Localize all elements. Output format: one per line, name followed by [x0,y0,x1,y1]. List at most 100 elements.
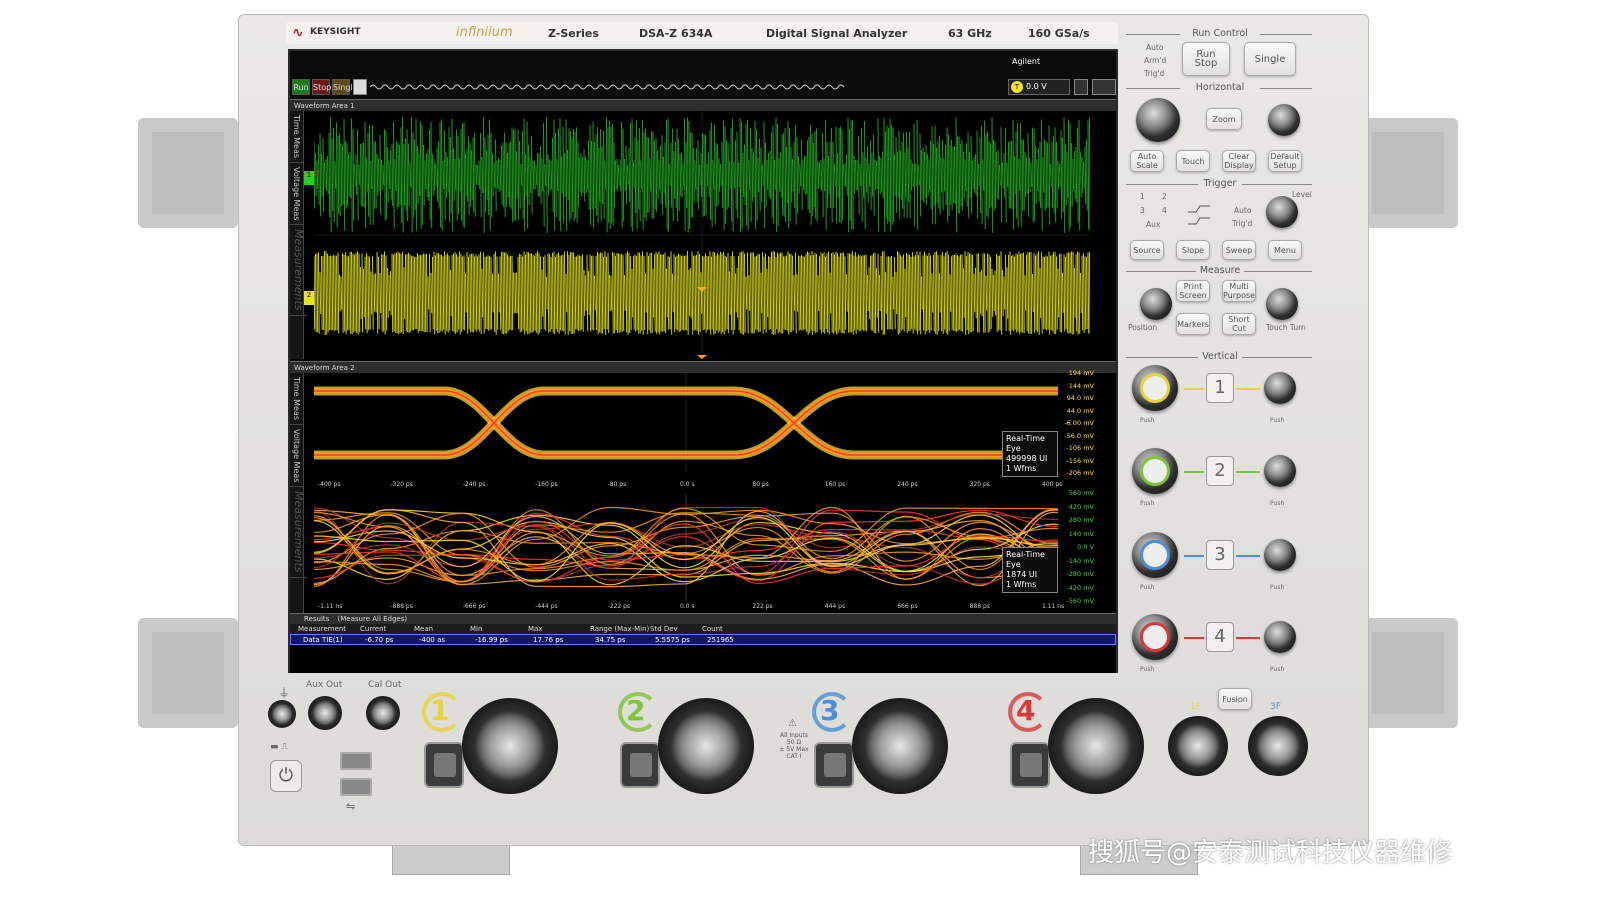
cal-out-connector[interactable] [366,696,400,730]
trigger-menu-button[interactable]: Menu [1268,240,1302,260]
ch2-probe-connector[interactable] [620,742,660,788]
ch3-probe-connector[interactable] [814,742,854,788]
x-tick-label: -444 ps [535,603,558,610]
watermark: 搜狐号@安泰测试科技仪器维修 [1088,838,1453,868]
ch4-input-connector[interactable] [1048,698,1144,794]
short-cut-button[interactable]: Short Cut [1222,313,1256,335]
usb-port-1[interactable] [340,752,372,770]
eye-diagram-2[interactable]: Real-Time Eye 1874 UI 1 Wfms [314,493,1058,601]
source-button[interactable]: Source [1130,240,1164,260]
single-button[interactable]: Single [1244,42,1296,76]
ch3-push-vernier: Push [1140,584,1155,591]
fusion-3f-connector[interactable] [1248,716,1308,776]
tab-time-meas[interactable]: Time Meas [290,111,303,164]
display-screen[interactable]: Agilent Run Stop Single T 0.0 V Waveform … [288,49,1118,673]
fusion-button[interactable]: Fusion [1218,688,1252,710]
waveform-area-2-title: Waveform Area 2 [290,361,1116,373]
run-control-rule [1126,34,1180,35]
aux-out-connector[interactable] [308,696,342,730]
auto-scale-button[interactable]: Auto Scale [1130,150,1164,172]
clear-display-button[interactable]: Clear Display [1222,150,1256,172]
eye-diagram-1[interactable]: Real-Time Eye 499998 UI 1 Wfms [314,373,1058,477]
screen-toggle-icon[interactable] [1092,79,1116,95]
samplerate-label: 160 GSa/s [1028,27,1090,40]
eye2-info-title: Real-Time Eye [1006,550,1045,569]
sweep-button[interactable]: Sweep [1222,240,1256,260]
stop-soft-button[interactable]: Stop [312,79,331,95]
run-stop-button[interactable]: Run Stop [1182,42,1230,76]
tab-voltage-meas[interactable]: Voltage Meas [290,163,303,226]
horizontal-position-knob[interactable] [1268,104,1300,136]
ch1-marker[interactable]: 1 [304,171,314,185]
ch2-push-vernier: Push [1140,500,1155,507]
ch3-select-button[interactable]: 3 [1206,540,1234,570]
fusion-1f-connector[interactable] [1168,716,1228,776]
screen-menu-icon[interactable] [1074,79,1088,95]
x-tick-label: 1.11 ns [1042,603,1065,610]
eye2-info-box: Real-Time Eye 1874 UI 1 Wfms [1002,547,1058,593]
ch4-probe-connector[interactable] [1010,742,1050,788]
ch1-offset-knob[interactable] [1264,372,1296,404]
ch4-offset-knob[interactable] [1264,621,1296,653]
ch1-line-left [1184,388,1204,390]
touch-turn-knob[interactable] [1266,288,1298,320]
results-cell: Data TIE(1) [303,636,343,644]
auto-scale-l2: Scale [1136,161,1158,170]
trigger-level-label: Level [1292,190,1312,199]
trigger-rule-r [1242,184,1312,185]
run-soft-button[interactable]: Run [292,79,310,95]
touch-button[interactable]: Touch [1176,150,1210,172]
single-soft-button[interactable]: Single [332,79,358,95]
area1-side-tabs[interactable]: Time Meas Voltage Meas Measurements [290,111,307,359]
ch3-input-connector[interactable] [852,698,948,794]
markers-button[interactable]: Markers [1176,313,1210,335]
slope-button[interactable]: Slope [1176,240,1210,260]
eye2-x-axis: -1.11 ns -888 ps -666 ps -444 ps -222 ps 0.0 … [314,603,1090,613]
print-screen-button[interactable]: Print Screen [1176,280,1210,302]
trigger-src-2: 2 [1162,192,1167,201]
y-tick-label: -420 mV [1066,583,1094,592]
multi-purpose-button[interactable]: Multi Purpose [1222,280,1256,302]
trigger-badge: T [1011,81,1023,93]
spec-line-2: 50 Ω [786,739,802,746]
tab-voltage-meas-2[interactable]: Voltage Meas [290,425,303,488]
mini-waveform-icon[interactable] [353,79,367,95]
results-col-header: Mean [414,625,434,633]
run-stop-line2: Stop [1194,58,1218,69]
results-col-header: Measurement [298,625,347,633]
default-setup-button[interactable]: Default Setup [1268,150,1302,172]
ch1-push-zero: Push [1270,417,1285,424]
ch3-offset-knob[interactable] [1264,539,1296,571]
ch2-marker[interactable]: 2 [304,291,314,305]
tab-time-meas-2[interactable]: Time Meas [290,373,303,426]
horizontal-scale-knob[interactable] [1136,98,1180,142]
ch1-probe-connector[interactable] [424,742,464,788]
zoom-button[interactable]: Zoom [1206,108,1242,130]
trigger-level-display[interactable]: T 0.0 V [1008,79,1070,95]
results-cell: 5.5575 ps [655,636,690,644]
ch3-line-left [1184,555,1204,557]
ch4-select-button[interactable]: 4 [1206,622,1234,652]
tab-measurements-2[interactable]: Measurements [290,487,307,578]
ch1-input-connector[interactable] [462,698,558,794]
waveform-plot-1[interactable]: 1 2 [304,111,1090,359]
y-tick-label: -280 mV [1066,570,1094,578]
ch2-select-button[interactable]: 2 [1206,456,1234,486]
usb-port-2[interactable] [340,778,372,796]
ch1-select-button[interactable]: 1 [1206,373,1234,403]
area2-side-tabs[interactable]: Time Meas Voltage Meas Measurements [290,373,307,625]
y-tick-label: -140 mV [1066,556,1094,565]
ground-terminal[interactable] [268,700,296,728]
ch2-input-connector[interactable] [658,698,754,794]
clear-display-l1: Clear [1228,152,1250,161]
results-panel[interactable]: Results (Measure All Edges) Measurement C… [290,613,1116,673]
results-table-row[interactable]: Data TIE(1) -6.70 ps -400 as -16.99 ps 17.76… [290,634,1116,645]
power-button[interactable]: ⏻ [270,760,302,792]
trigger-level-knob[interactable] [1266,196,1298,228]
ch2-line-right [1236,471,1260,473]
measure-rule [1126,271,1196,272]
x-tick-label: 888 ps [969,603,990,610]
ch2-offset-knob[interactable] [1264,455,1296,487]
marker-position-knob[interactable] [1140,288,1172,320]
results-col-header: Current [360,625,387,633]
